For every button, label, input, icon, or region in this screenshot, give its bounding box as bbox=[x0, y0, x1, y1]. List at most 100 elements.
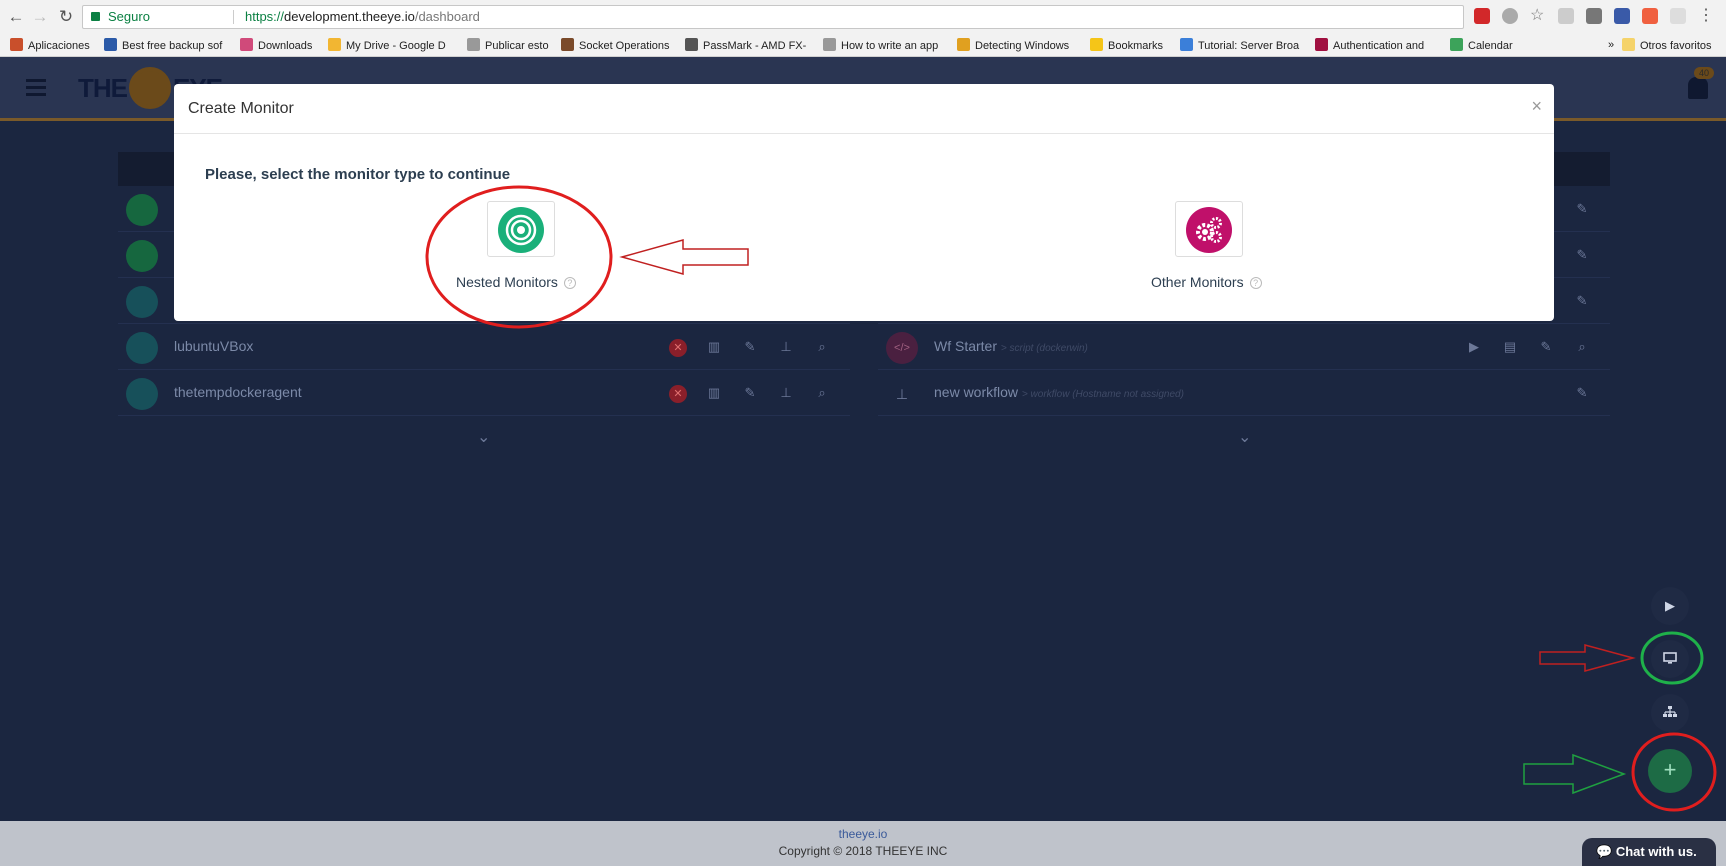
pointer-arrow bbox=[1539, 644, 1636, 672]
edit-icon[interactable]: ✎ bbox=[1564, 247, 1600, 263]
browser-toolbar: ← → ↻ Seguro https://development.theeye.… bbox=[0, 0, 1726, 33]
bookmark-other-favorites[interactable]: Otros favoritos bbox=[1622, 38, 1712, 53]
monitor-icon bbox=[126, 286, 158, 318]
lock-icon bbox=[91, 12, 100, 21]
play-icon[interactable]: ▶ bbox=[1651, 587, 1689, 625]
edit-icon[interactable]: ✎ bbox=[1528, 339, 1564, 355]
help-icon[interactable]: ? bbox=[1249, 277, 1262, 289]
extension-icon[interactable] bbox=[1558, 8, 1574, 24]
bookmark-item[interactable]: Publicar esto bbox=[467, 38, 549, 53]
monitor-name: lubuntuVBox bbox=[174, 338, 254, 354]
bookmark-icon bbox=[104, 38, 117, 51]
task-row[interactable]: </> Wf Starter > script (dockerwin) ▶ ▤ ✎ ⌕ bbox=[878, 324, 1610, 370]
hamburger-menu-icon[interactable] bbox=[26, 79, 46, 97]
bookmark-item[interactable]: My Drive - Google D bbox=[328, 38, 446, 53]
close-icon[interactable]: × bbox=[1531, 96, 1542, 117]
bookmark-icon bbox=[1450, 38, 1463, 51]
menu-icon[interactable]: ⋮ bbox=[1698, 8, 1714, 24]
bookmark-icon bbox=[957, 38, 970, 51]
notification-count: 40 bbox=[1694, 67, 1715, 79]
bookmark-item[interactable]: Detecting Windows bbox=[957, 38, 1069, 53]
bookmark-item[interactable]: Socket Operations bbox=[561, 38, 670, 53]
create-monitor-modal: Create Monitor × Please, select the moni… bbox=[174, 84, 1554, 321]
eye-icon bbox=[129, 67, 171, 109]
bookmark-icon bbox=[467, 38, 480, 51]
file-check-icon[interactable]: ▤ bbox=[1492, 339, 1528, 355]
monitor-icon bbox=[126, 332, 158, 364]
extension-icon[interactable] bbox=[1614, 8, 1630, 24]
extension-icon[interactable] bbox=[1586, 8, 1602, 24]
add-button[interactable]: + bbox=[1648, 749, 1692, 793]
task-name: new workflow > workflow (Hostname not as… bbox=[934, 384, 1184, 400]
bookmark-item[interactable]: Aplicaciones bbox=[10, 38, 90, 53]
bookmark-icon bbox=[240, 38, 253, 51]
search-icon[interactable]: ⌕ bbox=[804, 339, 840, 355]
bookmark-item[interactable]: Bookmarks bbox=[1090, 38, 1163, 53]
hierarchy-icon[interactable]: ⊥ bbox=[768, 385, 804, 401]
bookmark-icon bbox=[10, 38, 23, 51]
star-icon[interactable]: ☆ bbox=[1530, 8, 1546, 24]
bookmark-item[interactable]: PassMark - AMD FX- bbox=[685, 38, 806, 53]
bookmark-icon bbox=[328, 38, 341, 51]
bookmark-more[interactable]: » bbox=[1608, 38, 1614, 52]
monitor-icon[interactable] bbox=[1651, 640, 1689, 678]
monitor-row[interactable]: lubuntuVBox ✕ ▥ ✎ ⊥ ⌕ bbox=[118, 324, 850, 370]
footer-link[interactable]: theeye.io bbox=[0, 827, 1726, 841]
monitor-row[interactable]: thetempdockeragent ✕ ▥ ✎ ⊥ ⌕ bbox=[118, 370, 850, 416]
edit-icon[interactable]: ✎ bbox=[732, 339, 768, 355]
bookmark-icon bbox=[685, 38, 698, 51]
extension-icon[interactable] bbox=[1642, 8, 1658, 24]
bookmark-icon bbox=[1090, 38, 1103, 51]
extension-icon[interactable] bbox=[1502, 8, 1518, 24]
nested-monitors-label[interactable]: Nested Monitors? bbox=[456, 274, 576, 290]
workflow-icon[interactable] bbox=[1651, 694, 1689, 732]
error-icon: ✕ bbox=[660, 385, 696, 403]
other-monitors-option[interactable] bbox=[1175, 201, 1243, 257]
modal-title: Create Monitor bbox=[174, 84, 1554, 134]
monitor-icon bbox=[126, 194, 158, 226]
task-name: Wf Starter > script (dockerwin) bbox=[934, 338, 1088, 354]
bookmark-item[interactable]: Authentication and bbox=[1315, 38, 1424, 53]
error-icon: ✕ bbox=[660, 339, 696, 357]
bookmark-item[interactable]: Tutorial: Server Broa bbox=[1180, 38, 1299, 53]
reload-icon[interactable]: ↻ bbox=[55, 6, 77, 28]
extension-icon[interactable] bbox=[1670, 8, 1686, 24]
other-monitors-label[interactable]: Other Monitors? bbox=[1151, 274, 1262, 290]
bookmark-icon bbox=[823, 38, 836, 51]
adblock-icon[interactable] bbox=[1474, 8, 1490, 24]
bookmark-item[interactable]: Calendar bbox=[1450, 38, 1513, 53]
expand-monitors-chevron-icon[interactable]: ⌄ bbox=[477, 427, 490, 447]
monitor-icon bbox=[126, 240, 158, 272]
bookmark-item[interactable]: Downloads bbox=[240, 38, 312, 53]
copyright: Copyright © 2018 THEEYE INC bbox=[778, 844, 948, 858]
edit-icon[interactable]: ✎ bbox=[732, 385, 768, 401]
nested-monitors-option[interactable] bbox=[487, 201, 555, 257]
search-icon[interactable]: ⌕ bbox=[804, 385, 840, 401]
search-icon[interactable]: ⌕ bbox=[1564, 339, 1600, 355]
back-icon[interactable]: ← bbox=[5, 6, 27, 28]
bookmark-item[interactable]: Best free backup sof bbox=[104, 38, 222, 53]
bookmark-item[interactable]: How to write an app bbox=[823, 38, 938, 53]
chat-widget[interactable]: 💬 Chat with us. bbox=[1582, 838, 1716, 866]
chart-icon[interactable]: ▥ bbox=[696, 339, 732, 355]
expand-tasks-chevron-icon[interactable]: ⌄ bbox=[1238, 427, 1251, 447]
bell-icon[interactable] bbox=[1688, 77, 1708, 99]
edit-icon[interactable]: ✎ bbox=[1564, 293, 1600, 309]
help-icon[interactable]: ? bbox=[563, 277, 576, 289]
modal-prompt: Please, select the monitor type to conti… bbox=[205, 166, 511, 183]
chart-icon[interactable]: ▥ bbox=[696, 385, 732, 401]
hierarchy-icon[interactable]: ⊥ bbox=[768, 339, 804, 355]
target-icon bbox=[498, 207, 544, 253]
pointer-arrow bbox=[1523, 753, 1627, 795]
script-icon: </> bbox=[886, 332, 918, 364]
edit-icon[interactable]: ✎ bbox=[1564, 385, 1600, 401]
task-subtitle: > script (dockerwin) bbox=[1000, 343, 1088, 354]
task-subtitle: > workflow (Hostname not assigned) bbox=[1021, 389, 1184, 400]
gears-icon bbox=[1186, 207, 1232, 253]
task-row[interactable]: ⊥ new workflow > workflow (Hostname not a… bbox=[878, 370, 1610, 416]
play-icon[interactable]: ▶ bbox=[1456, 339, 1492, 355]
address-bar[interactable]: Seguro https://development.theeye.io/das… bbox=[82, 5, 1464, 29]
bookmark-icon bbox=[1180, 38, 1193, 51]
forward-icon[interactable]: → bbox=[29, 6, 51, 28]
edit-icon[interactable]: ✎ bbox=[1564, 201, 1600, 217]
